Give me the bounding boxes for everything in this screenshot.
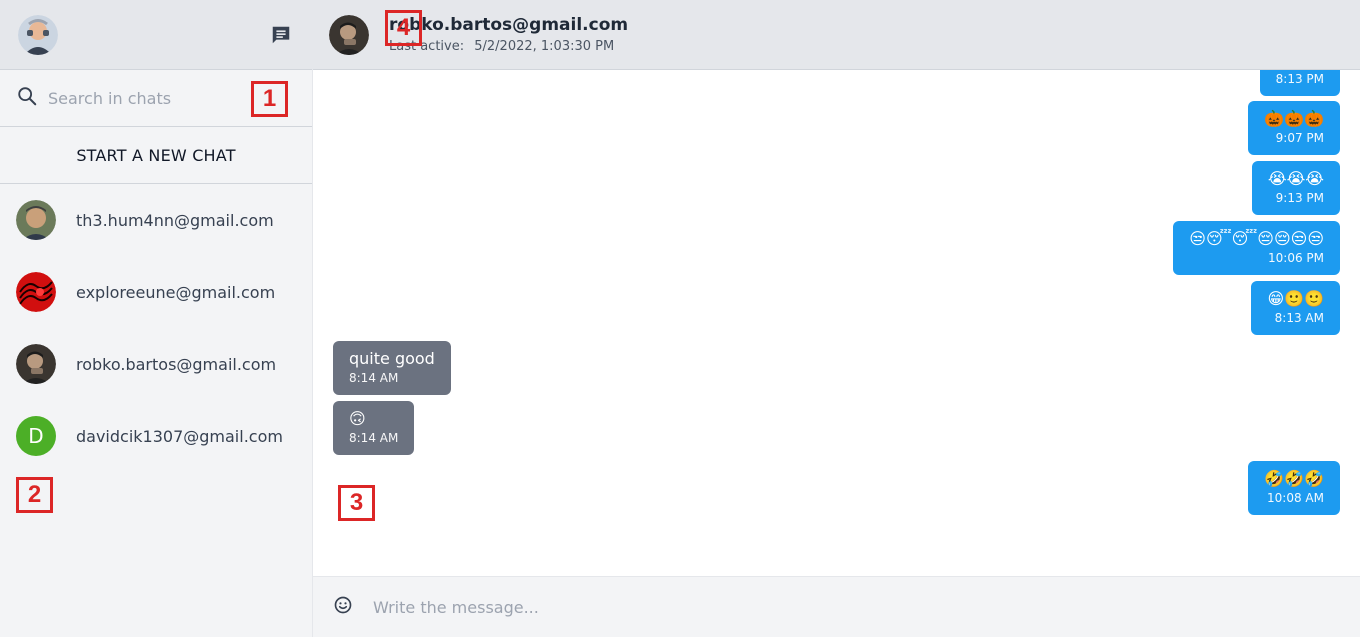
conversation-list: th3.hum4nn@gmail.com exploreeune@gmail.c… [0, 184, 312, 472]
message-time: 10:06 PM [1268, 251, 1324, 265]
message-bubble-outgoing: 😒😴😴😔😔😒😒 10:06 PM [1173, 221, 1340, 275]
user-avatar[interactable] [18, 14, 58, 55]
conversation-item[interactable]: th3.hum4nn@gmail.com [0, 184, 312, 256]
contact-email: davidcik1307@gmail.com [76, 426, 283, 446]
chat-header: robko.bartos@gmail.com Last active: 5/2/… [313, 0, 1360, 70]
message-composer: 4 [313, 10, 1360, 637]
message-text: 😒😴😴😔😔😒😒 [1189, 229, 1324, 248]
sidebar: START A NEW CHAT th3.hum4nn@gmail.com [0, 0, 313, 637]
avatar-letter: D [28, 424, 44, 448]
message-time: 8:13 AM [1274, 311, 1324, 325]
contact-email: exploreeune@gmail.com [76, 282, 276, 302]
message-bubble-outgoing: 😁🙂🙂 8:13 AM [1251, 281, 1340, 335]
annotation-badge: 4 [385, 10, 422, 46]
contact-email: th3.hum4nn@gmail.com [76, 210, 274, 230]
new-chat-icon[interactable] [268, 22, 294, 48]
message-text: quite good [349, 349, 435, 368]
annotation-badge: 1 [251, 81, 288, 117]
search-input[interactable] [48, 88, 248, 108]
contact-avatar [16, 344, 56, 384]
message-time: 8:14 AM [349, 371, 399, 385]
chat-title: robko.bartos@gmail.com [389, 15, 629, 35]
message-text: 🤣🤣🤣 [1264, 469, 1324, 488]
message-bubble-outgoing: 😭😭😭 9:13 PM [1251, 161, 1340, 215]
messenger-app: START A NEW CHAT th3.hum4nn@gmail.com [0, 0, 1360, 637]
contact-avatar [16, 200, 56, 240]
search-icon [16, 85, 38, 111]
message-bubble-incoming: quite good 8:14 AM [333, 341, 451, 395]
start-new-chat-button[interactable]: START A NEW CHAT [0, 127, 312, 184]
message-text: 😭😭😭 [1267, 169, 1324, 188]
message-text: 🎃🎃🎃 [1264, 109, 1324, 128]
conversation-item[interactable]: D davidcik1307@gmail.com [0, 400, 312, 472]
message-time: 9:13 PM [1275, 191, 1324, 205]
contact-email: robko.bartos@gmail.com [76, 354, 277, 374]
message-list: 8:13 PM 🎃🎃🎃 9:07 PM 😭😭😭 9:13 PM 😒😴😴😔😔😒😒 … [313, 70, 1360, 576]
message-time: 8:13 PM [1275, 72, 1324, 86]
message-time: 8:14 AM [349, 431, 399, 445]
last-active-value: 5/2/2022, 1:03:30 PM [474, 39, 615, 54]
contact-avatar [16, 272, 56, 312]
chat-panel: robko.bartos@gmail.com Last active: 5/2/… [313, 0, 1360, 637]
conversation-item[interactable]: exploreeune@gmail.com [0, 256, 312, 328]
message-time: 10:08 AM [1267, 491, 1324, 505]
chat-contact-avatar[interactable] [329, 14, 369, 55]
message-bubble-incoming: 🙃 8:14 AM [333, 401, 415, 455]
message-input[interactable] [373, 597, 1273, 617]
message-text: 😁🙂🙂 [1267, 289, 1324, 308]
message-time: 9:07 PM [1275, 131, 1324, 145]
emoji-icon[interactable] [333, 595, 353, 619]
conversation-item[interactable]: robko.bartos@gmail.com [0, 328, 312, 400]
sidebar-header [0, 0, 312, 70]
annotation-badge: 3 [338, 485, 375, 521]
message-bubble-outgoing: 🎃🎃🎃 9:07 PM [1248, 101, 1340, 155]
last-active: Last active: 5/2/2022, 1:03:30 PM [389, 39, 628, 54]
message-bubble-outgoing: 8:13 PM [1259, 70, 1340, 96]
contact-avatar-letter: D [16, 416, 56, 456]
message-text: 🙃 [349, 409, 366, 428]
chat-header-info: robko.bartos@gmail.com Last active: 5/2/… [389, 15, 628, 54]
message-bubble-outgoing: 🤣🤣🤣 10:08 AM [1248, 461, 1340, 515]
annotation-badge: 2 [16, 477, 53, 513]
